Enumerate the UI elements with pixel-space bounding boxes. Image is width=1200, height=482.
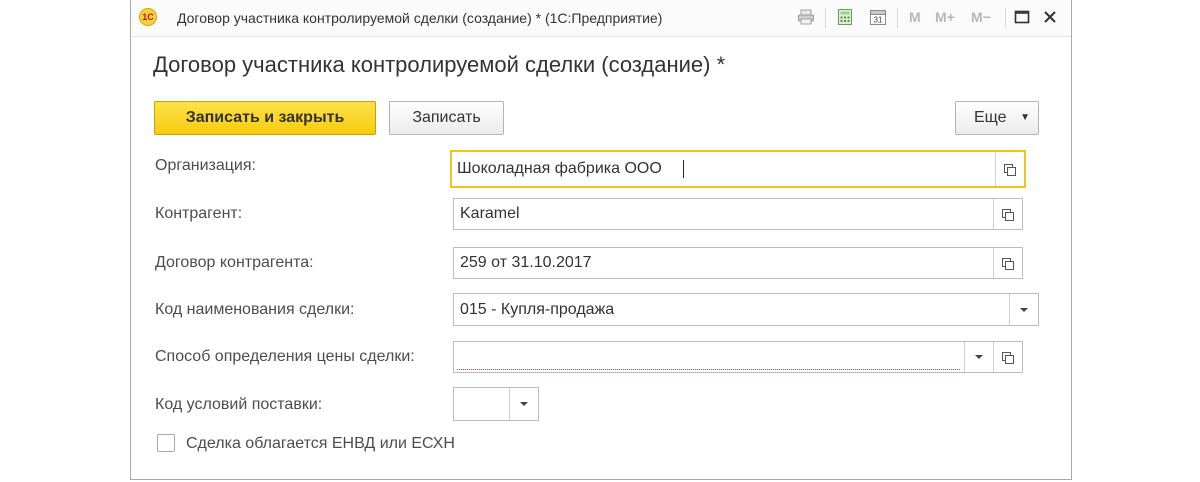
price-method-select[interactable] <box>453 341 1023 373</box>
deal-name-code-value: 015 - Купля-продажа <box>460 301 615 318</box>
save-button[interactable]: Записать <box>389 101 504 135</box>
envd-eskhn-checkbox-label[interactable]: Сделка облагается ЕНВД или ЕСХН <box>186 435 455 453</box>
open-icon <box>1004 164 1016 176</box>
open-button[interactable] <box>993 342 1022 372</box>
save-and-close-button[interactable]: Записать и закрыть <box>154 101 376 135</box>
form-title: Договор участника контролируемой сделки … <box>153 52 726 77</box>
open-icon <box>1002 209 1014 221</box>
more-menu-label: Еще <box>974 109 1007 126</box>
window-title: Договор участника контролируемой сделки … <box>177 10 663 26</box>
close-icon[interactable] <box>1039 6 1061 28</box>
open-icon <box>1002 352 1014 364</box>
text-cursor <box>683 160 684 178</box>
open-icon <box>1002 258 1014 270</box>
memory-button-m-minus[interactable]: M− <box>971 9 991 25</box>
maximize-icon[interactable] <box>1011 6 1033 28</box>
calendar-day-text: 31 <box>874 16 883 25</box>
app-logo-icon[interactable]: 1С <box>139 8 157 26</box>
toolbar-separator <box>825 8 826 28</box>
delivery-terms-code-select[interactable] <box>453 387 539 421</box>
counterparty-value: Karamel <box>460 205 520 222</box>
title-bar: 1С Договор участника контролируемой сдел… <box>131 0 1071 37</box>
counterparty-field[interactable]: Karamel <box>453 198 1023 230</box>
dropdown-button[interactable] <box>964 342 993 372</box>
required-field-underline <box>457 369 960 370</box>
deal-name-code-label: Код наименования сделки: <box>155 301 355 318</box>
counterparty-label: Контрагент: <box>155 205 243 222</box>
chevron-down-icon: ▼ <box>1020 112 1030 123</box>
open-button[interactable] <box>993 199 1022 229</box>
open-button[interactable] <box>995 152 1024 186</box>
dropdown-button[interactable] <box>509 388 538 420</box>
envd-eskhn-checkbox[interactable] <box>157 434 175 452</box>
app-window: 1С Договор участника контролируемой сдел… <box>130 0 1072 480</box>
organization-field[interactable]: Шоколадная фабрика ООО <box>450 150 1026 188</box>
memory-button-m[interactable]: M <box>909 9 921 25</box>
price-method-label: Способ определения цены сделки: <box>155 348 415 365</box>
deal-name-code-select[interactable]: 015 - Купля-продажа <box>453 293 1039 326</box>
calendar-icon[interactable]: 31 <box>869 8 887 26</box>
memory-button-m-plus[interactable]: M+ <box>935 9 955 25</box>
calculator-icon[interactable] <box>836 8 854 26</box>
chevron-down-icon <box>975 355 983 359</box>
counterparty-contract-label: Договор контрагента: <box>155 254 314 271</box>
toolbar-separator <box>1005 8 1006 28</box>
chevron-down-icon <box>520 402 528 406</box>
organization-value: Шоколадная фабрика ООО <box>457 160 662 177</box>
counterparty-contract-field[interactable]: 259 от 31.10.2017 <box>453 247 1023 279</box>
counterparty-contract-value: 259 от 31.10.2017 <box>460 254 592 271</box>
chevron-down-icon <box>1020 308 1028 312</box>
more-menu-button[interactable]: Еще ▼ <box>955 101 1039 135</box>
dropdown-button[interactable] <box>1009 294 1038 325</box>
toolbar-separator <box>897 8 898 28</box>
open-button[interactable] <box>993 248 1022 278</box>
organization-label: Организация: <box>155 157 256 174</box>
print-icon[interactable] <box>797 8 815 26</box>
delivery-terms-code-label: Код условий поставки: <box>155 396 323 413</box>
